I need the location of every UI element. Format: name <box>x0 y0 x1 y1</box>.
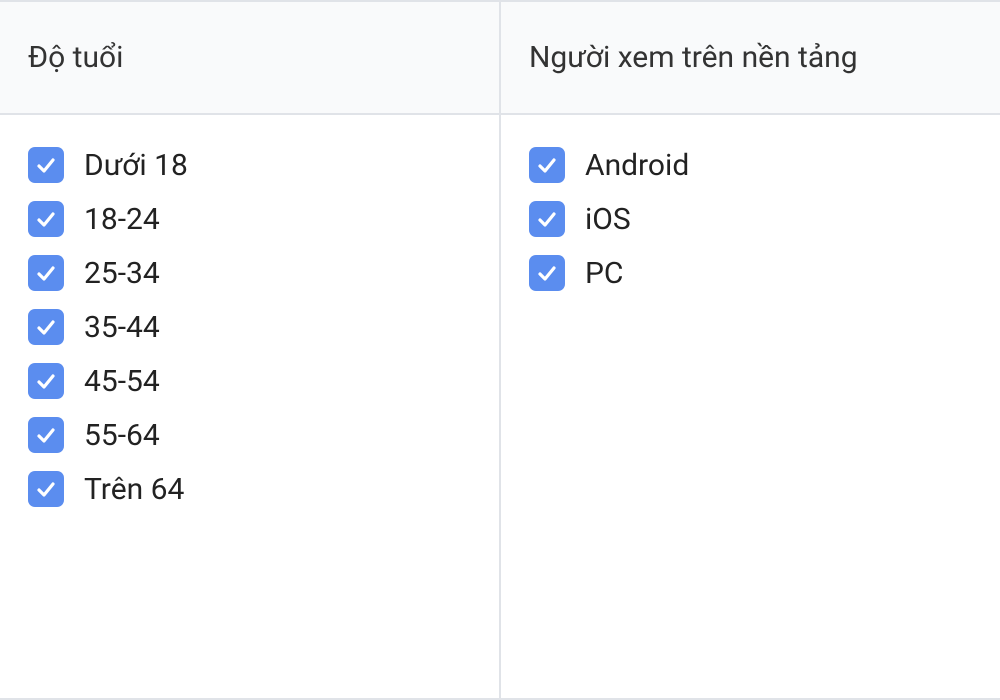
checkbox-checked-icon[interactable] <box>28 309 64 345</box>
checkbox-checked-icon[interactable] <box>28 255 64 291</box>
platform-column: Người xem trên nền tảng Android iOS PC <box>501 2 1000 698</box>
platform-header-label: Người xem trên nền tảng <box>529 40 858 75</box>
platform-option-label: iOS <box>585 202 631 237</box>
age-option-label: 35-44 <box>84 310 160 345</box>
checkbox-checked-icon[interactable] <box>529 201 565 237</box>
age-option-label: 55-64 <box>84 418 160 453</box>
age-option-35-44[interactable]: 35-44 <box>28 309 471 345</box>
age-header-label: Độ tuổi <box>28 40 123 75</box>
age-option-18-24[interactable]: 18-24 <box>28 201 471 237</box>
platform-header: Người xem trên nền tảng <box>501 2 1000 115</box>
platform-option-label: Android <box>585 148 689 183</box>
age-option-45-54[interactable]: 45-54 <box>28 363 471 399</box>
platform-option-label: PC <box>585 256 623 291</box>
age-option-label: 18-24 <box>84 202 160 237</box>
age-option-25-34[interactable]: 25-34 <box>28 255 471 291</box>
checkbox-checked-icon[interactable] <box>28 147 64 183</box>
age-header: Độ tuổi <box>0 2 499 115</box>
age-option-label: 45-54 <box>84 364 160 399</box>
checkbox-checked-icon[interactable] <box>529 255 565 291</box>
checkbox-checked-icon[interactable] <box>28 201 64 237</box>
platform-options: Android iOS PC <box>501 115 1000 323</box>
platform-option-pc[interactable]: PC <box>529 255 972 291</box>
age-options: Dưới 18 18-24 25-34 35-44 45-54 55-64 <box>0 115 499 539</box>
age-column: Độ tuổi Dưới 18 18-24 25-34 35-44 45-54 <box>0 2 501 698</box>
age-option-55-64[interactable]: 55-64 <box>28 417 471 453</box>
age-option-over-64[interactable]: Trên 64 <box>28 471 471 507</box>
age-option-label: Dưới 18 <box>84 148 188 183</box>
checkbox-checked-icon[interactable] <box>28 471 64 507</box>
checkbox-checked-icon[interactable] <box>28 363 64 399</box>
age-option-label: Trên 64 <box>84 472 184 507</box>
checkbox-checked-icon[interactable] <box>28 417 64 453</box>
platform-option-android[interactable]: Android <box>529 147 972 183</box>
checkbox-checked-icon[interactable] <box>529 147 565 183</box>
age-option-under-18[interactable]: Dưới 18 <box>28 147 471 183</box>
platform-option-ios[interactable]: iOS <box>529 201 972 237</box>
filter-panel: Độ tuổi Dưới 18 18-24 25-34 35-44 45-54 <box>0 0 1000 700</box>
age-option-label: 25-34 <box>84 256 160 291</box>
